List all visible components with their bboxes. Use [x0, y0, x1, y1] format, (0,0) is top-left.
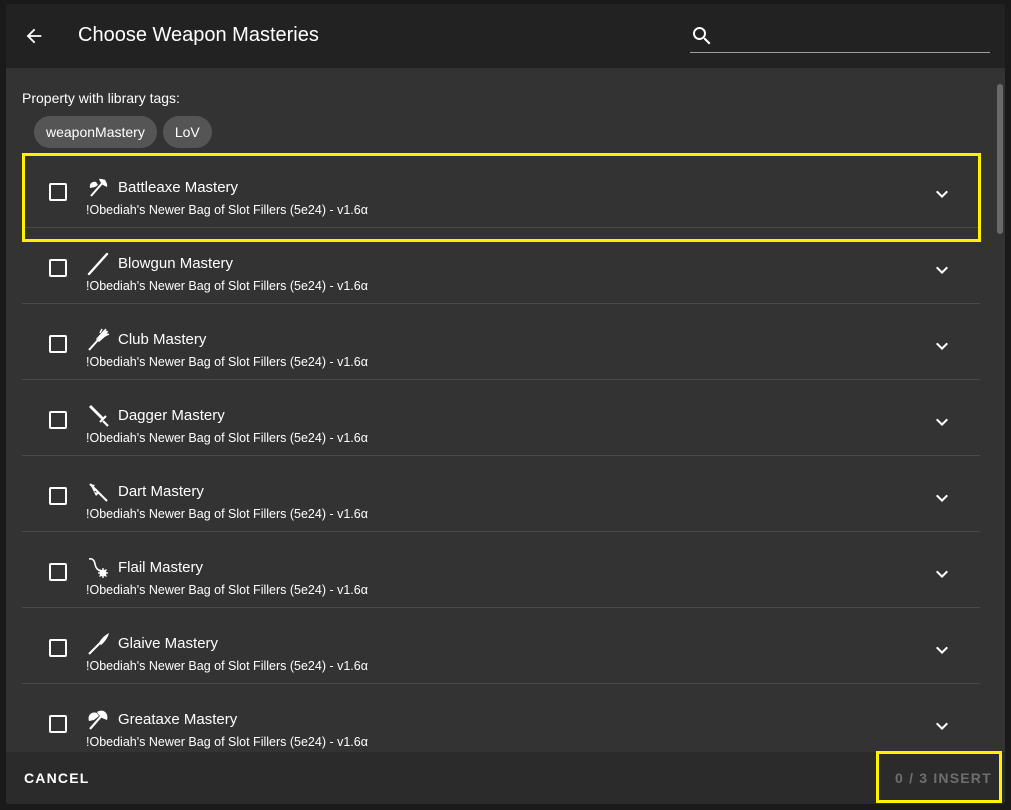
item-source: !Obediah's Newer Bag of Slot Fillers (5e…	[86, 279, 368, 293]
dagger-icon	[89, 405, 109, 427]
list-item-battleaxe-mastery[interactable]: Battleaxe Mastery !Obediah's Newer Bag o…	[22, 152, 980, 228]
choose-weapon-masteries-dialog: Choose Weapon Masteries Property with li…	[6, 4, 1005, 804]
list-item-dart-mastery[interactable]: Dart Mastery !Obediah's Newer Bag of Slo…	[22, 456, 980, 532]
item-source: !Obediah's Newer Bag of Slot Fillers (5e…	[86, 735, 368, 749]
insert-button[interactable]: 0 / 3 INSERT	[889, 766, 998, 790]
dart-icon	[89, 483, 108, 502]
search-field[interactable]	[690, 18, 990, 53]
blowgun-icon	[87, 252, 109, 276]
tag-chips: weaponMastery LoV	[34, 116, 212, 148]
checkbox[interactable]	[49, 563, 67, 581]
dialog-title: Choose Weapon Masteries	[78, 24, 319, 46]
item-title: Dart Mastery	[118, 483, 204, 500]
chevron-down-icon[interactable]	[930, 334, 954, 358]
list-item-greataxe-mastery[interactable]: Greataxe Mastery !Obediah's Newer Bag of…	[22, 684, 980, 752]
item-title: Greataxe Mastery	[118, 711, 238, 728]
chevron-down-icon[interactable]	[930, 182, 954, 206]
checkbox[interactable]	[49, 715, 67, 733]
back-button[interactable]	[20, 22, 48, 50]
flail-icon	[88, 558, 108, 578]
item-source: !Obediah's Newer Bag of Slot Fillers (5e…	[86, 659, 368, 673]
list-item-glaive-mastery[interactable]: Glaive Mastery !Obediah's Newer Bag of S…	[22, 608, 980, 684]
chevron-down-icon[interactable]	[930, 714, 954, 738]
checkbox[interactable]	[49, 639, 67, 657]
dialog-footer: CANCEL 0 / 3 INSERT	[6, 752, 1005, 804]
library-tags-label: Property with library tags:	[22, 90, 180, 106]
tag-chip-lov[interactable]: LoV	[162, 116, 212, 148]
item-source: !Obediah's Newer Bag of Slot Fillers (5e…	[86, 203, 368, 217]
item-source: !Obediah's Newer Bag of Slot Fillers (5e…	[86, 431, 368, 445]
item-title: Flail Mastery	[118, 559, 204, 576]
chevron-down-icon[interactable]	[930, 410, 954, 434]
checkbox[interactable]	[49, 411, 67, 429]
item-title: Dagger Mastery	[118, 407, 225, 424]
checkbox[interactable]	[49, 335, 67, 353]
battleaxe-icon	[89, 178, 108, 197]
tag-chip-weaponmastery[interactable]: weaponMastery	[34, 116, 157, 148]
scrollbar-thumb[interactable]	[997, 84, 1003, 234]
list-item-dagger-mastery[interactable]: Dagger Mastery !Obediah's Newer Bag of S…	[22, 380, 980, 456]
item-title: Club Mastery	[118, 331, 207, 348]
item-source: !Obediah's Newer Bag of Slot Fillers (5e…	[86, 355, 368, 369]
cancel-button[interactable]: CANCEL	[16, 766, 98, 790]
list-item-blowgun-mastery[interactable]: Blowgun Mastery !Obediah's Newer Bag of …	[22, 228, 980, 304]
dialog-content: Property with library tags: weaponMaster…	[6, 68, 1005, 752]
club-icon	[88, 328, 110, 351]
greataxe-icon	[88, 710, 108, 730]
list-item-flail-mastery[interactable]: Flail Mastery !Obediah's Newer Bag of Sl…	[22, 532, 980, 608]
glaive-icon	[88, 633, 109, 655]
item-source: !Obediah's Newer Bag of Slot Fillers (5e…	[86, 507, 368, 521]
item-title: Glaive Mastery	[118, 635, 219, 652]
checkbox[interactable]	[49, 259, 67, 277]
chevron-down-icon[interactable]	[930, 486, 954, 510]
checkbox[interactable]	[49, 183, 67, 201]
mastery-list: Battleaxe Mastery !Obediah's Newer Bag o…	[22, 152, 980, 752]
list-scrollbar[interactable]	[997, 76, 1003, 746]
item-source: !Obediah's Newer Bag of Slot Fillers (5e…	[86, 583, 368, 597]
chevron-down-icon[interactable]	[930, 562, 954, 586]
item-title: Blowgun Mastery	[118, 255, 234, 272]
checkbox[interactable]	[49, 487, 67, 505]
arrow-left-icon	[26, 28, 42, 44]
chevron-down-icon[interactable]	[930, 258, 954, 282]
search-icon	[693, 27, 711, 45]
chevron-down-icon[interactable]	[930, 638, 954, 662]
search-input[interactable]	[722, 22, 986, 48]
item-title: Battleaxe Mastery	[118, 179, 239, 196]
list-item-club-mastery[interactable]: Club Mastery !Obediah's Newer Bag of Slo…	[22, 304, 980, 380]
dialog-header: Choose Weapon Masteries	[6, 4, 1005, 68]
